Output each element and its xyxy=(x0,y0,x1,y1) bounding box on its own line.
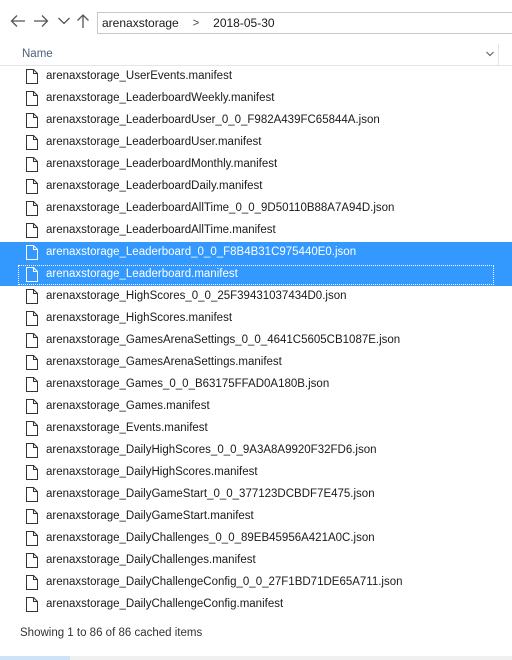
file-list: arenaxstorage_UserEvents.manifestarenaxs… xyxy=(0,66,512,616)
file-name: arenaxstorage_GamesArenaSettings_0_0_464… xyxy=(46,334,401,346)
navigation-bar: arenaxstorage > 2018-05-30 xyxy=(0,0,512,42)
file-name: arenaxstorage_LeaderboardAllTime_0_0_9D5… xyxy=(46,202,395,214)
column-divider[interactable] xyxy=(498,44,499,66)
breadcrumb-separator[interactable]: > xyxy=(193,16,199,29)
file-row[interactable]: arenaxstorage_DailyChallengeConfig_0_0_2… xyxy=(0,572,512,594)
file-row[interactable]: arenaxstorage_Games.manifest xyxy=(0,396,512,418)
file-row[interactable]: arenaxstorage_Events.manifest xyxy=(0,418,512,440)
file-row[interactable]: arenaxstorage_LeaderboardAllTime_0_0_9D5… xyxy=(0,198,512,220)
file-row[interactable]: arenaxstorage_LeaderboardMonthly.manifes… xyxy=(0,154,512,176)
file-row[interactable]: arenaxstorage_DailyHighScores.manifest xyxy=(0,462,512,484)
document-icon xyxy=(26,223,38,238)
document-icon xyxy=(26,333,38,348)
file-name: arenaxstorage_DailyChallengeConfig.manif… xyxy=(46,598,284,610)
file-name: arenaxstorage_Events.manifest xyxy=(46,422,208,434)
file-name: arenaxstorage_Games.manifest xyxy=(46,400,210,412)
up-button[interactable] xyxy=(73,11,93,31)
file-row[interactable]: arenaxstorage_LeaderboardUser_0_0_F982A4… xyxy=(0,110,512,132)
document-icon xyxy=(26,311,38,326)
file-name: arenaxstorage_DailyHighScores_0_0_9A3A8A… xyxy=(46,444,377,456)
document-icon xyxy=(26,135,38,150)
breadcrumb-item-storage[interactable]: arenaxstorage xyxy=(102,16,179,30)
file-row[interactable]: arenaxstorage_LeaderboardWeekly.manifest xyxy=(0,88,512,110)
document-icon xyxy=(26,91,38,106)
column-header-name[interactable]: Name xyxy=(22,48,53,60)
file-name: arenaxstorage_DailyGameStart_0_0_377123D… xyxy=(46,488,375,500)
up-arrow-icon xyxy=(77,14,89,28)
file-row[interactable]: arenaxstorage_HighScores.manifest xyxy=(0,308,512,330)
file-name: arenaxstorage_Games_0_0_B63175FFAD0A180B… xyxy=(46,378,330,390)
file-name: arenaxstorage_DailyChallengeConfig_0_0_2… xyxy=(46,576,403,588)
file-name: arenaxstorage_LeaderboardMonthly.manifes… xyxy=(46,158,278,170)
file-row[interactable]: arenaxstorage_DailyHighScores_0_0_9A3A8A… xyxy=(0,440,512,462)
back-button[interactable] xyxy=(8,11,28,31)
file-row[interactable]: arenaxstorage_Leaderboard.manifest xyxy=(0,264,512,286)
recent-locations-button[interactable] xyxy=(54,11,74,31)
breadcrumb-item-date[interactable]: 2018-05-30 xyxy=(213,16,274,30)
file-row[interactable]: arenaxstorage_Leaderboard_0_0_F8B4B31C97… xyxy=(0,242,512,264)
document-icon xyxy=(26,179,38,194)
document-icon xyxy=(26,245,38,260)
document-icon xyxy=(26,597,38,612)
file-name: arenaxstorage_Leaderboard_0_0_F8B4B31C97… xyxy=(46,246,357,258)
file-row[interactable]: arenaxstorage_Games_0_0_B63175FFAD0A180B… xyxy=(0,374,512,396)
file-name: arenaxstorage_DailyGameStart.manifest xyxy=(46,510,254,522)
file-name: arenaxstorage_HighScores.manifest xyxy=(46,312,233,324)
file-name: arenaxstorage_GamesArenaSettings.manifes… xyxy=(46,356,282,368)
document-icon xyxy=(26,201,38,216)
file-name: arenaxstorage_LeaderboardWeekly.manifest xyxy=(46,92,275,104)
document-icon xyxy=(26,487,38,502)
file-row[interactable]: arenaxstorage_LeaderboardDaily.manifest xyxy=(0,176,512,198)
document-icon xyxy=(26,355,38,370)
document-icon xyxy=(26,113,38,128)
chevron-down-icon[interactable] xyxy=(483,47,497,61)
file-row[interactable]: arenaxstorage_DailyChallenges_0_0_89EB45… xyxy=(0,528,512,550)
file-name: arenaxstorage_DailyHighScores.manifest xyxy=(46,466,258,478)
file-row[interactable]: arenaxstorage_LeaderboardAllTime.manifes… xyxy=(0,220,512,242)
document-icon xyxy=(26,267,38,282)
forward-button[interactable] xyxy=(31,11,51,31)
file-row[interactable]: arenaxstorage_DailyChallengeConfig.manif… xyxy=(0,594,512,616)
document-icon xyxy=(26,509,38,524)
list-header: Name xyxy=(0,44,512,66)
file-row[interactable]: arenaxstorage_DailyGameStart.manifest xyxy=(0,506,512,528)
file-name: arenaxstorage_LeaderboardUser_0_0_F982A4… xyxy=(46,114,380,126)
file-name: arenaxstorage_UserEvents.manifest xyxy=(46,70,233,82)
forward-arrow-icon xyxy=(34,15,49,27)
document-icon xyxy=(26,399,38,414)
file-row[interactable]: arenaxstorage_UserEvents.manifest xyxy=(0,66,512,88)
scrollbar-thumb[interactable] xyxy=(0,656,70,660)
file-name: arenaxstorage_LeaderboardAllTime.manifes… xyxy=(46,224,276,236)
file-row[interactable]: arenaxstorage_GamesArenaSettings.manifes… xyxy=(0,352,512,374)
file-name: arenaxstorage_LeaderboardUser.manifest xyxy=(46,136,262,148)
horizontal-scrollbar[interactable] xyxy=(0,656,512,660)
file-name: arenaxstorage_DailyChallenges_0_0_89EB45… xyxy=(46,532,375,544)
document-icon xyxy=(26,575,38,590)
chevron-down-icon xyxy=(58,17,70,25)
status-text: Showing 1 to 86 of 86 cached items xyxy=(20,627,203,639)
address-bar[interactable]: arenaxstorage > 2018-05-30 xyxy=(97,12,512,34)
file-row[interactable]: arenaxstorage_DailyGameStart_0_0_377123D… xyxy=(0,484,512,506)
file-row[interactable]: arenaxstorage_GamesArenaSettings_0_0_464… xyxy=(0,330,512,352)
document-icon xyxy=(26,531,38,546)
file-row[interactable]: arenaxstorage_HighScores_0_0_25F39431037… xyxy=(0,286,512,308)
document-icon xyxy=(26,465,38,480)
back-arrow-icon xyxy=(10,15,25,27)
document-icon xyxy=(26,157,38,172)
document-icon xyxy=(26,69,38,84)
file-name: arenaxstorage_DailyChallenges.manifest xyxy=(46,554,256,566)
document-icon xyxy=(26,421,38,436)
file-name: arenaxstorage_Leaderboard.manifest xyxy=(46,268,238,280)
document-icon xyxy=(26,443,38,458)
document-icon xyxy=(26,289,38,304)
document-icon xyxy=(26,377,38,392)
file-name: arenaxstorage_LeaderboardDaily.manifest xyxy=(46,180,263,192)
file-name: arenaxstorage_HighScores_0_0_25F39431037… xyxy=(46,290,347,302)
document-icon xyxy=(26,553,38,568)
file-row[interactable]: arenaxstorage_DailyChallenges.manifest xyxy=(0,550,512,572)
file-row[interactable]: arenaxstorage_LeaderboardUser.manifest xyxy=(0,132,512,154)
